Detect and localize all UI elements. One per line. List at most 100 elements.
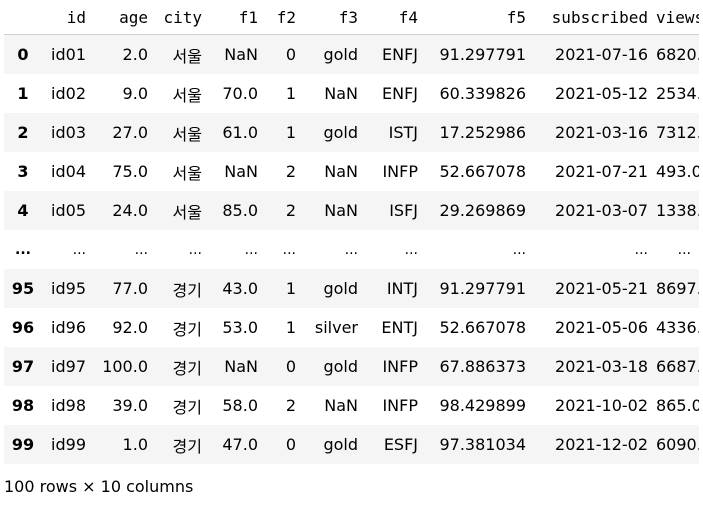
column-header-10: views — [656, 0, 699, 35]
table-cell: id99 — [51, 435, 86, 454]
table-cell: ... — [344, 241, 358, 258]
row-index: 96 — [11, 318, 35, 337]
dataframe-table: idagecityf1f2f3f4f5subscribedviews 0id01… — [4, 0, 699, 464]
table-cell: 2.0 — [122, 45, 148, 64]
table-cell: 493.0 — [656, 162, 699, 181]
table-cell: 865.0 — [656, 396, 699, 415]
table-cell: ENFJ — [382, 84, 418, 103]
table-cell: NaN — [224, 162, 258, 181]
table-row: 97 id97 100.0 경기 NaN 0 gold INFP 67.886373 2021-0… — [4, 347, 699, 386]
table-cell: 75.0 — [112, 162, 148, 181]
table-cell: 8697.0 — [656, 279, 699, 298]
column-header-6: f3 — [304, 0, 366, 35]
table-cell: 서울 — [172, 163, 202, 183]
table-cell: id01 — [51, 45, 86, 64]
row-index: 4 — [17, 201, 29, 220]
table-cell: 2021-12-02 — [555, 435, 648, 454]
table-cell: 2 — [285, 201, 296, 220]
table-cell: 17.252986 — [439, 123, 526, 142]
table-cell: 6090.0 — [656, 435, 699, 454]
dataframe-output: idagecityf1f2f3f4f5subscribedviews 0id01… — [4, 0, 699, 464]
table-row: 3 id04 75.0 서울 NaN 2 NaN INFP 52.667078 2021-07-2… — [4, 152, 699, 191]
table-cell: ... — [282, 241, 296, 258]
table-cell: ... — [634, 241, 648, 258]
table-cell: gold — [323, 45, 358, 64]
table-cell: INFP — [382, 357, 418, 376]
table-cell: id02 — [51, 84, 86, 103]
table-cell: 39.0 — [112, 396, 148, 415]
table-cell: 97.381034 — [439, 435, 526, 454]
table-cell: 52.667078 — [439, 318, 526, 337]
table-cell: 0 — [285, 357, 296, 376]
table-cell: 경기 — [172, 436, 202, 456]
row-index: 2 — [17, 123, 29, 142]
table-cell: gold — [323, 435, 358, 454]
table-cell: 0 — [285, 435, 296, 454]
table-cell: ... — [72, 241, 86, 258]
table-cell: 52.667078 — [439, 162, 526, 181]
table-cell: 85.0 — [222, 201, 258, 220]
table-cell: 2021-05-12 — [555, 84, 648, 103]
column-header-9: subscribed — [534, 0, 656, 35]
table-cell: ISFJ — [389, 201, 418, 220]
table-cell: 경기 — [172, 280, 202, 300]
table-cell: 2 — [285, 162, 296, 181]
table-cell: 0 — [285, 45, 296, 64]
table-cell: 서울 — [172, 85, 202, 105]
table-row: 98 id98 39.0 경기 58.0 2 NaN INFP 98.429899 2021-10… — [4, 386, 699, 425]
table-cell: 100.0 — [102, 357, 148, 376]
table-cell: gold — [323, 123, 358, 142]
table-cell: silver — [314, 318, 358, 337]
table-cell: id95 — [51, 279, 86, 298]
table-cell: 92.0 — [112, 318, 148, 337]
table-cell: id96 — [51, 318, 86, 337]
column-header-1: id — [42, 0, 94, 35]
table-cell: id97 — [51, 357, 86, 376]
table-cell: 2534.0 — [656, 84, 699, 103]
table-cell: 43.0 — [222, 279, 258, 298]
table-cell: 경기 — [172, 397, 202, 417]
column-header-8: f5 — [426, 0, 534, 35]
table-cell: ... — [512, 241, 526, 258]
table-cell: id03 — [51, 123, 86, 142]
column-header-5: f2 — [266, 0, 304, 35]
table-row: 99 id99 1.0 경기 47.0 0 gold ESFJ 97.381034 2021-12… — [4, 425, 699, 464]
table-cell: ... — [677, 241, 691, 258]
table-cell: 7312.0 — [656, 123, 699, 142]
table-cell: NaN — [324, 201, 358, 220]
table-cell: 1 — [285, 84, 296, 103]
column-header-4: f1 — [210, 0, 266, 35]
table-cell: 24.0 — [112, 201, 148, 220]
table-cell: id98 — [51, 396, 86, 415]
table-cell: 2021-05-06 — [555, 318, 648, 337]
table-cell: ... — [134, 241, 148, 258]
table-row: ................................. — [4, 230, 699, 269]
table-cell: 60.339826 — [439, 84, 526, 103]
header-row: idagecityf1f2f3f4f5subscribedviews — [4, 0, 699, 35]
index-header — [4, 0, 42, 35]
table-cell: 70.0 — [222, 84, 258, 103]
table-cell: 경기 — [172, 358, 202, 378]
table-row: 95 id95 77.0 경기 43.0 1 gold INTJ 91.297791 2021-0… — [4, 269, 699, 308]
table-cell: 1 — [285, 318, 296, 337]
table-cell: gold — [323, 357, 358, 376]
table-cell: gold — [323, 279, 358, 298]
table-cell: 6687.0 — [656, 357, 699, 376]
table-cell: 6820.0 — [656, 45, 699, 64]
table-cell: 경기 — [172, 319, 202, 339]
row-index: 97 — [11, 357, 35, 376]
table-cell: 4336.0 — [656, 318, 699, 337]
table-cell: INTJ — [386, 279, 418, 298]
table-cell: 1338.0 — [656, 201, 699, 220]
table-cell: 1 — [285, 123, 296, 142]
table-row: 0 id01 2.0 서울 NaN 0 gold ENFJ 91.297791 2021-07-1… — [4, 34, 699, 74]
table-cell: INFP — [382, 396, 418, 415]
table-cell: ESFJ — [383, 435, 418, 454]
column-header-7: f4 — [366, 0, 426, 35]
table-cell: 61.0 — [222, 123, 258, 142]
table-cell: 58.0 — [222, 396, 258, 415]
table-cell: ... — [244, 241, 258, 258]
table-cell: 77.0 — [112, 279, 148, 298]
table-cell: 2021-07-21 — [555, 162, 648, 181]
table-cell: 27.0 — [112, 123, 148, 142]
